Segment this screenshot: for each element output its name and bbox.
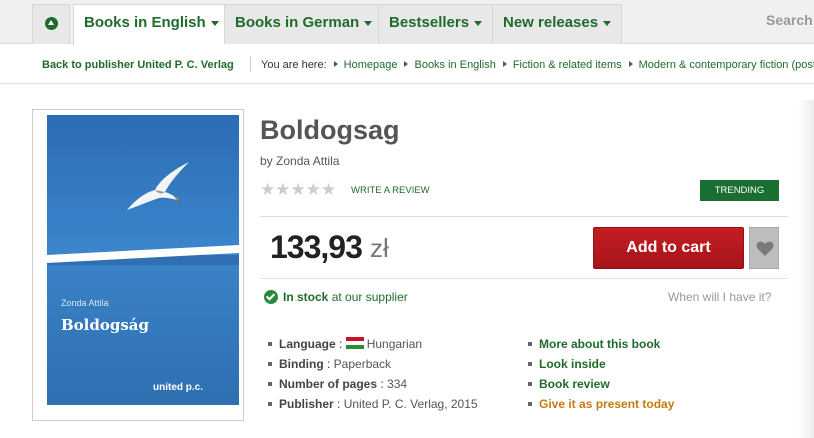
breadcrumb-bar: Back to publisher United P. C. Verlag Yo… [0, 44, 814, 84]
product-details: Language : Hungarian Binding : Paperback… [268, 334, 478, 414]
tab-new-releases[interactable]: New releases [492, 4, 623, 44]
home-arrow-icon [45, 17, 58, 30]
author-link[interactable]: Zonda Attila [276, 154, 339, 168]
bullet-icon [528, 362, 532, 366]
price: 133,93 [270, 229, 363, 265]
detail-binding: Binding : Paperback [268, 354, 478, 374]
look-inside-link[interactable]: Look inside [539, 357, 606, 371]
tab-label: New releases [503, 14, 599, 31]
link-row: More about this book [528, 334, 674, 354]
breadcrumb-arrow-icon [404, 61, 409, 67]
detail-key: Number of pages [279, 377, 378, 391]
detail-publisher: Publisher : United P. C. Verlag, 2015 [268, 394, 478, 414]
divider [260, 216, 788, 217]
product-title: Boldogsag [260, 115, 400, 145]
heart-icon [756, 241, 774, 256]
detail-value: Hungarian [366, 337, 423, 351]
bullet-icon [268, 402, 272, 406]
bullet-icon [528, 402, 532, 406]
chevron-down-icon [364, 20, 373, 26]
more-about-book-link[interactable]: More about this book [539, 337, 660, 351]
publisher-link[interactable]: United P. C. Verlag, 2015 [344, 397, 478, 411]
cover-title: Boldogság [61, 316, 150, 334]
breadcrumb-prefix: You are here: [261, 59, 327, 71]
book-cover-frame[interactable]: Zonda Attila Boldogság united p.c. [32, 109, 244, 421]
breadcrumb-arrow-icon [502, 61, 507, 67]
link-row: Book review [528, 374, 674, 394]
breadcrumb-item[interactable]: Books in English [414, 59, 495, 71]
by-prefix: by [260, 154, 273, 168]
side-panel-edge [798, 100, 814, 438]
book-cover: Zonda Attila Boldogság united p.c. [47, 115, 239, 405]
tab-bestsellers[interactable]: Bestsellers [378, 4, 494, 44]
breadcrumb-arrow-icon [333, 61, 338, 67]
breadcrumb-item[interactable]: Modern & contemporary fiction (post c [639, 59, 814, 71]
write-review-link[interactable]: WRITE A REVIEW [351, 185, 430, 196]
give-as-present-link[interactable]: Give it as present today [539, 397, 674, 411]
detail-key: Publisher [279, 397, 334, 411]
trending-badge: TRENDING [700, 180, 779, 201]
cover-publisher-logo: united p.c. [153, 382, 203, 393]
stock-label: In stock [283, 290, 329, 304]
book-review-link[interactable]: Book review [539, 377, 610, 391]
bullet-icon [528, 342, 532, 346]
breadcrumb: You are here: Homepage Books in English Fic… [261, 59, 814, 71]
bullet-icon [268, 342, 272, 346]
cover-author: Zonda Attila [61, 298, 109, 308]
tab-label: Books in German [235, 14, 360, 31]
tab-books-in-german[interactable]: Books in German [224, 4, 384, 44]
link-row: Give it as present today [528, 394, 674, 414]
breadcrumb-item[interactable]: Homepage [344, 59, 398, 71]
divider [250, 56, 251, 72]
detail-pages: Number of pages : 334 [268, 374, 478, 394]
chevron-down-icon [603, 20, 612, 26]
currency: zł [370, 233, 389, 263]
rating-stars: ★★★★★ [260, 180, 337, 199]
product-links: More about this book Look inside Book re… [528, 334, 674, 414]
detail-value: Paperback [333, 357, 392, 371]
divider [260, 278, 788, 279]
search-label[interactable]: Search [766, 12, 813, 28]
top-nav: Books in English Books in German Bestsel… [0, 0, 814, 45]
tab-label: Books in English [84, 14, 206, 31]
breadcrumb-arrow-icon [628, 61, 633, 67]
detail-language: Language : Hungarian [268, 334, 478, 354]
tab-books-in-english[interactable]: Books in English [73, 4, 230, 45]
detail-key: Language [279, 337, 336, 351]
stock-status: In stock at our supplier [264, 290, 408, 304]
delivery-info-link[interactable]: When will I have it? [668, 290, 771, 304]
stock-source: at our supplier [331, 290, 408, 304]
home-tab[interactable] [32, 4, 70, 44]
product-author-line: by Zonda Attila [260, 154, 339, 168]
chevron-down-icon [210, 20, 219, 26]
seagull-icon [127, 162, 189, 210]
add-to-cart-button[interactable]: Add to cart [593, 227, 744, 269]
detail-value: 334 [387, 377, 408, 391]
tab-label: Bestsellers [389, 14, 470, 31]
bullet-icon [528, 382, 532, 386]
detail-key: Binding [279, 357, 324, 371]
hungarian-flag-icon [345, 337, 364, 349]
breadcrumb-item[interactable]: Fiction & related items [513, 59, 622, 71]
chevron-down-icon [474, 20, 483, 26]
back-to-publisher-link[interactable]: Back to publisher United P. C. Verlag [42, 59, 234, 71]
bullet-icon [268, 362, 272, 366]
wishlist-button[interactable] [749, 227, 779, 269]
cover-lower [47, 265, 239, 405]
link-row: Look inside [528, 354, 674, 374]
check-circle-icon [264, 290, 278, 304]
bullet-icon [268, 382, 272, 386]
